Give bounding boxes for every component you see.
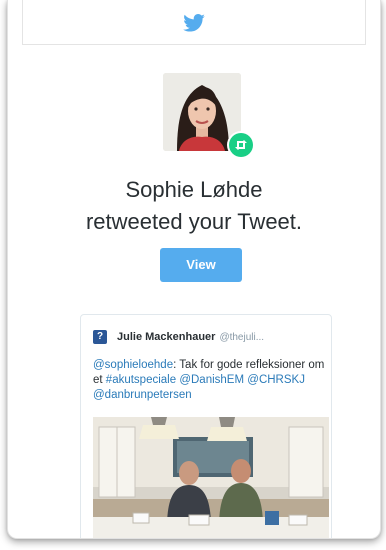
notification-headline: Sophie Løhde retweeted your Tweet. <box>8 174 380 238</box>
tweet-link[interactable]: @DanishEM <box>179 374 244 386</box>
tweet-photo-image <box>93 417 329 538</box>
tweet-author-name[interactable]: Julie Mackenhauer <box>117 331 215 343</box>
retweet-icon <box>235 140 247 150</box>
tweet-author-avatar[interactable] <box>93 330 107 344</box>
tweet-author-handle[interactable]: @thejuli... <box>219 332 264 343</box>
retweet-badge <box>227 131 255 159</box>
notification-action-text: retweeted your Tweet. <box>85 209 303 234</box>
header-frame <box>22 0 366 45</box>
tweet-header: Julie Mackenhauer @thejuli... <box>93 329 264 345</box>
email-card: Sophie Løhde retweeted your Tweet. View … <box>7 0 381 539</box>
tweet-link[interactable]: @danbrunpetersen <box>93 389 192 401</box>
view-button[interactable]: View <box>160 248 242 282</box>
retweeter-avatar-group[interactable] <box>163 73 255 159</box>
twitter-bird-icon <box>183 14 205 32</box>
embedded-tweet[interactable]: Julie Mackenhauer @thejuli... @sophieloe… <box>80 314 332 538</box>
retweeter-name: Sophie Løhde <box>125 177 263 202</box>
tweet-link[interactable]: @CHRSKJ <box>247 374 305 386</box>
tweet-link[interactable]: #akutspeciale <box>106 374 176 386</box>
tweet-text: @sophieloehde: Tak for gode refleksioner… <box>93 358 325 403</box>
tweet-link[interactable]: @sophieloehde <box>93 359 173 371</box>
tweet-photo[interactable] <box>93 417 329 538</box>
